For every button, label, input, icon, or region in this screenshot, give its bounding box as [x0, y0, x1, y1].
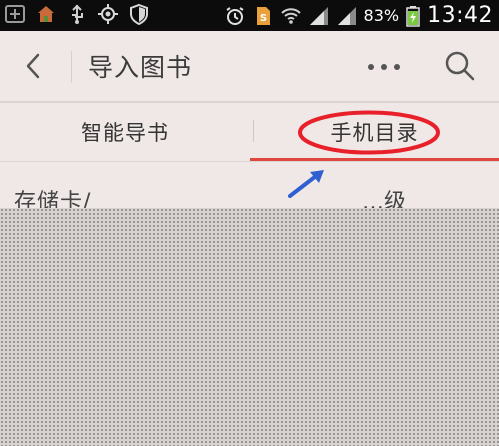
back-button[interactable] — [18, 49, 50, 83]
signal-icon-2 — [336, 5, 358, 27]
battery-percent: 83% — [363, 6, 400, 25]
directory-up-level[interactable]: …级 — [362, 184, 406, 208]
wifi-icon — [280, 5, 302, 27]
usb-icon — [66, 3, 88, 25]
back-icon — [26, 53, 40, 79]
title-divider — [71, 51, 72, 83]
tab-label: 智能导书 — [81, 121, 169, 145]
more-icon — [368, 64, 374, 70]
page-title: 导入图书 — [88, 53, 193, 82]
status-bar-right: S 83% 13:42 — [224, 0, 493, 31]
gps-icon — [97, 3, 119, 25]
shield-icon — [128, 3, 150, 25]
alarm-icon — [224, 5, 246, 27]
directory-path[interactable]: 存储卡/ — [14, 184, 91, 208]
more-icon-dot-3 — [394, 64, 400, 70]
more-button[interactable] — [368, 57, 412, 77]
search-button[interactable] — [442, 48, 478, 84]
title-bar: 导入图书 — [0, 31, 499, 101]
house-icon — [35, 3, 57, 25]
obscured-region — [0, 208, 499, 446]
status-bar-left-icons — [4, 3, 150, 25]
tab-smart-import[interactable]: 智能导书 — [0, 103, 250, 161]
tab-divider — [253, 120, 254, 142]
clock: 13:42 — [427, 3, 493, 28]
grid-icon — [4, 3, 26, 25]
tab-bar: 智能导书 手机目录 — [0, 103, 499, 161]
tab-label: 手机目录 — [330, 121, 419, 145]
more-icon-dot-2 — [381, 64, 387, 70]
sim-icon: S — [252, 5, 274, 27]
signal-icon — [308, 5, 330, 27]
tab-phone-directory[interactable]: 手机目录 — [250, 103, 499, 161]
status-bar: S 83% 13:42 — [0, 0, 499, 31]
svg-text:S: S — [259, 13, 266, 24]
battery-icon — [405, 5, 421, 27]
search-icon — [445, 51, 475, 81]
